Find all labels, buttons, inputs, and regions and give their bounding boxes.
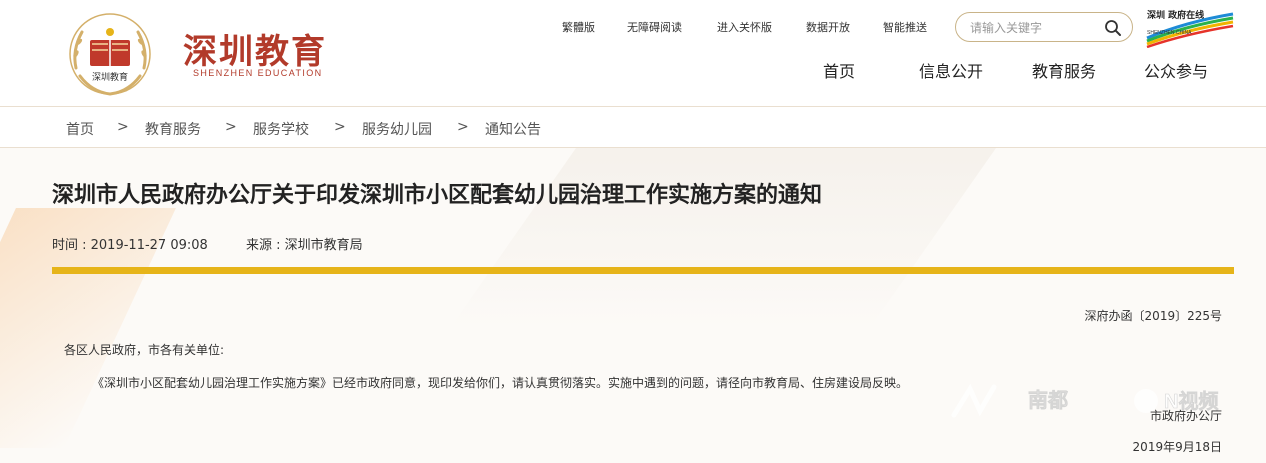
search-box [955, 12, 1133, 42]
article-source: 来源 : 深圳市教育局 [245, 238, 363, 253]
nav-information-disclosure[interactable]: 信息公开 [919, 58, 983, 82]
breadcrumb-separator: > [117, 119, 129, 135]
link-smart-push[interactable]: 智能推送 [883, 19, 927, 35]
breadcrumb-separator: > [457, 119, 469, 135]
svg-text:南都: 南都 [1028, 389, 1068, 412]
title-divider [52, 267, 1234, 274]
article-body: 《深圳市小区配套幼儿园治理工作实施方案》已经市政府同意，现印发给你们，请认真贯彻… [92, 376, 909, 390]
search-input[interactable] [970, 19, 1100, 36]
nav-public-participation[interactable]: 公众参与 [1144, 58, 1208, 82]
breadcrumb-separator: > [225, 119, 237, 135]
breadcrumb-notices[interactable]: 通知公告 [485, 119, 541, 139]
issue-date: 2019年9月18日 [1132, 440, 1222, 454]
breadcrumb: 首页 > 教育服务 > 服务学校 > 服务幼儿园 > 通知公告 [0, 106, 1266, 148]
link-care-mode[interactable]: 进入关怀版 [717, 19, 772, 35]
breadcrumb-service-kindergartens[interactable]: 服务幼儿园 [362, 119, 432, 139]
document-number: 深府办函〔2019〕225号 [1084, 309, 1222, 323]
site-header: 深圳教育 深圳教育 SHENZHEN EDUCATION 繁體版 无障碍阅读 进… [0, 0, 1266, 106]
nav-home[interactable]: 首页 [823, 58, 855, 82]
main-navigation: 首页 信息公开 教育服务 公众参与 [0, 58, 1266, 82]
breadcrumb-education-services[interactable]: 教育服务 [145, 119, 201, 139]
search-icon[interactable] [1104, 19, 1122, 37]
article-meta: 时间 : 2019-11-27 09:08 来源 : 深圳市教育局 [52, 234, 397, 253]
article-greeting: 各区人民政府，市各有关单位: [64, 343, 225, 357]
shenzhen-government-logo[interactable]: 深圳 政府在线 SHENZHEN CHINA [1145, 8, 1235, 48]
svg-text:SHENZHEN CHINA: SHENZHEN CHINA [1147, 30, 1192, 36]
link-accessibility[interactable]: 无障碍阅读 [627, 19, 682, 35]
issuing-office: 市政府办公厅 [1149, 409, 1222, 423]
article-title: 深圳市人民政府办公厅关于印发深圳市小区配套幼儿园治理工作实施方案的通知 [52, 183, 823, 208]
link-traditional-chinese[interactable]: 繁體版 [562, 19, 595, 35]
background-decoration [449, 148, 1011, 328]
breadcrumb-service-schools[interactable]: 服务学校 [253, 119, 309, 139]
publish-time: 时间 : 2019-11-27 09:08 [52, 238, 208, 253]
svg-text:深圳 政府在线: 深圳 政府在线 [1147, 9, 1204, 21]
breadcrumb-separator: > [334, 119, 346, 135]
link-open-data[interactable]: 数据开放 [806, 19, 850, 35]
nav-education-services[interactable]: 教育服务 [1032, 58, 1096, 82]
article-content: 深圳市人民政府办公厅关于印发深圳市小区配套幼儿园治理工作实施方案的通知 时间 :… [0, 148, 1266, 463]
breadcrumb-home[interactable]: 首页 [66, 119, 94, 139]
